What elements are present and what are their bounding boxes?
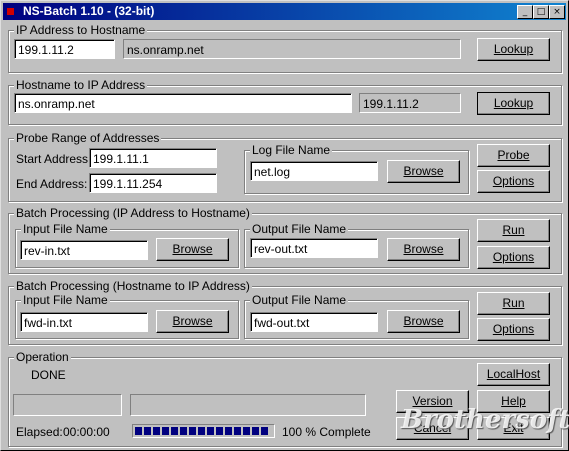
status-panel-right xyxy=(130,394,366,416)
batch-host-input-file[interactable]: fwd-in.txt xyxy=(20,312,148,332)
progress-segment xyxy=(189,427,196,435)
group-label: Output File Name xyxy=(250,293,349,307)
group-label: Input File Name xyxy=(21,222,110,236)
group-label: Log File Name xyxy=(250,143,333,157)
batch-host-input-browse-button[interactable]: Browse xyxy=(156,310,229,333)
localhost-button[interactable]: LocalHost xyxy=(477,363,550,386)
elapsed-time: 00:00:00 xyxy=(63,425,110,439)
progress-segment xyxy=(153,427,160,435)
title-bar[interactable]: NS-Batch 1.10 - (32-bit) _ □ × xyxy=(3,3,566,20)
log-browse-button[interactable]: Browse xyxy=(387,160,460,183)
hostname-result: ns.onramp.net xyxy=(123,39,461,59)
group-label: Batch Processing (IP Address to Hostname… xyxy=(14,206,252,220)
probe-button[interactable]: Probe xyxy=(477,144,550,167)
progress-segment xyxy=(171,427,178,435)
group-label: Output File Name xyxy=(250,222,349,236)
progress-segment xyxy=(261,427,268,435)
app-icon xyxy=(7,8,14,15)
progress-segment xyxy=(198,427,205,435)
lookup-ip-button[interactable]: Lookup xyxy=(477,92,550,115)
progress-segment xyxy=(252,427,259,435)
batch-ip-input-browse-button[interactable]: Browse xyxy=(156,238,229,261)
start-address-input[interactable]: 199.1.11.1 xyxy=(89,148,217,168)
status-panel-left xyxy=(13,394,122,416)
probe-options-button[interactable]: Options xyxy=(477,170,550,193)
brothersoft-watermark: Brothersoft xyxy=(401,405,569,435)
batch-ip-options-button[interactable]: Options xyxy=(477,246,550,269)
progress-text: 100 % Complete xyxy=(282,425,371,439)
ip-result: 199.1.11.2 xyxy=(359,93,461,113)
group-label: Batch Processing (Hostname to IP Address… xyxy=(14,279,252,293)
start-address-label: Start Address: xyxy=(16,152,92,166)
window-title: NS-Batch 1.10 - (32-bit) xyxy=(23,4,155,18)
group-label: Probe Range of Addresses xyxy=(14,131,162,145)
group-label: Input File Name xyxy=(21,293,110,307)
group-label: IP Address to Hostname xyxy=(14,23,148,37)
progress-segment xyxy=(216,427,223,435)
elapsed-label: Elapsed: xyxy=(16,425,63,439)
progress-segment xyxy=(144,427,151,435)
maximize-button[interactable]: □ xyxy=(533,5,549,19)
progress-segment xyxy=(207,427,214,435)
group-label: Operation xyxy=(14,350,71,364)
minimize-button[interactable]: _ xyxy=(517,5,533,19)
batch-host-options-button[interactable]: Options xyxy=(477,318,550,341)
batch-host-output-browse-button[interactable]: Browse xyxy=(387,310,460,333)
progress-segment xyxy=(243,427,250,435)
close-button[interactable]: × xyxy=(549,5,565,19)
lookup-hostname-button[interactable]: Lookup xyxy=(477,38,550,61)
batch-host-run-button[interactable]: Run xyxy=(477,292,550,315)
log-file-input[interactable]: net.log xyxy=(250,161,378,181)
end-address-input[interactable]: 199.1.11.254 xyxy=(89,173,217,193)
progress-segment xyxy=(225,427,232,435)
batch-ip-output-browse-button[interactable]: Browse xyxy=(387,238,460,261)
group-label: Hostname to IP Address xyxy=(14,78,148,92)
progress-segment xyxy=(162,427,169,435)
batch-ip-run-button[interactable]: Run xyxy=(477,219,550,242)
batch-ip-input-file[interactable]: rev-in.txt xyxy=(20,240,148,260)
end-address-label: End Address: xyxy=(16,177,88,191)
progress-segment xyxy=(135,427,142,435)
main-window: NS-Batch 1.10 - (32-bit) _ □ × IP Addres… xyxy=(0,0,569,451)
progress-bar xyxy=(132,424,275,438)
batch-ip-output-file[interactable]: rev-out.txt xyxy=(250,238,378,258)
operation-status: DONE xyxy=(31,368,66,382)
progress-segment xyxy=(180,427,187,435)
batch-host-output-file[interactable]: fwd-out.txt xyxy=(250,312,378,332)
progress-segment xyxy=(234,427,241,435)
hostname-input[interactable]: ns.onramp.net xyxy=(14,93,352,113)
ip-address-input[interactable]: 199.1.11.2 xyxy=(14,39,115,59)
